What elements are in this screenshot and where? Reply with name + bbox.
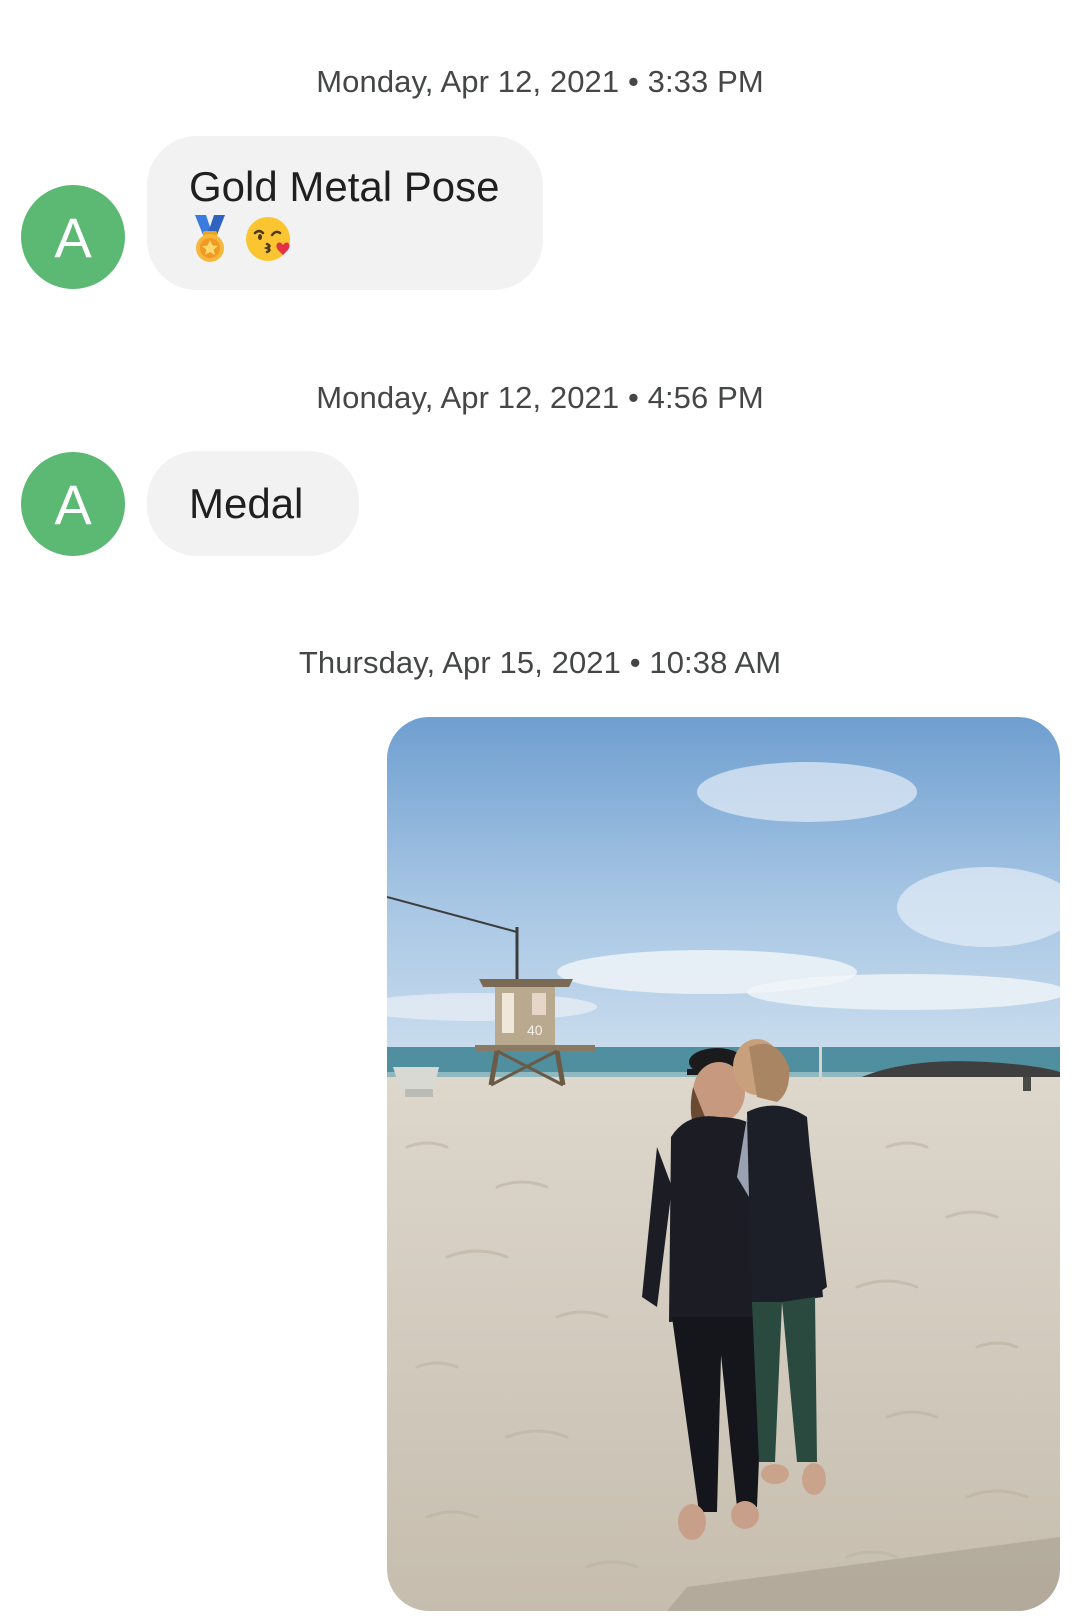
message-text-1: Gold Metal Pose (189, 163, 500, 210)
timestamp-1: Monday, Apr 12, 2021 • 3:33 PM (316, 64, 764, 99)
avatar[interactable]: A (21, 452, 125, 556)
emoji-row (189, 214, 503, 264)
tower-number: 40 (527, 1022, 543, 1038)
timestamp-3: Thursday, Apr 15, 2021 • 10:38 AM (298, 645, 782, 680)
kissing-face-icon (246, 217, 290, 261)
photo-attachment[interactable]: 40 (387, 717, 1060, 1611)
message-text-2: Medal (189, 480, 304, 527)
avatar[interactable]: A (21, 185, 125, 289)
beach-photo: 40 (387, 717, 1060, 1611)
medal-icon (195, 215, 225, 262)
timestamp-2: Monday, Apr 12, 2021 • 4:56 PM (316, 380, 764, 415)
message-bubble-2[interactable]: Medal (147, 451, 359, 556)
message-bubble-1[interactable]: Gold Metal Pose (147, 136, 543, 290)
